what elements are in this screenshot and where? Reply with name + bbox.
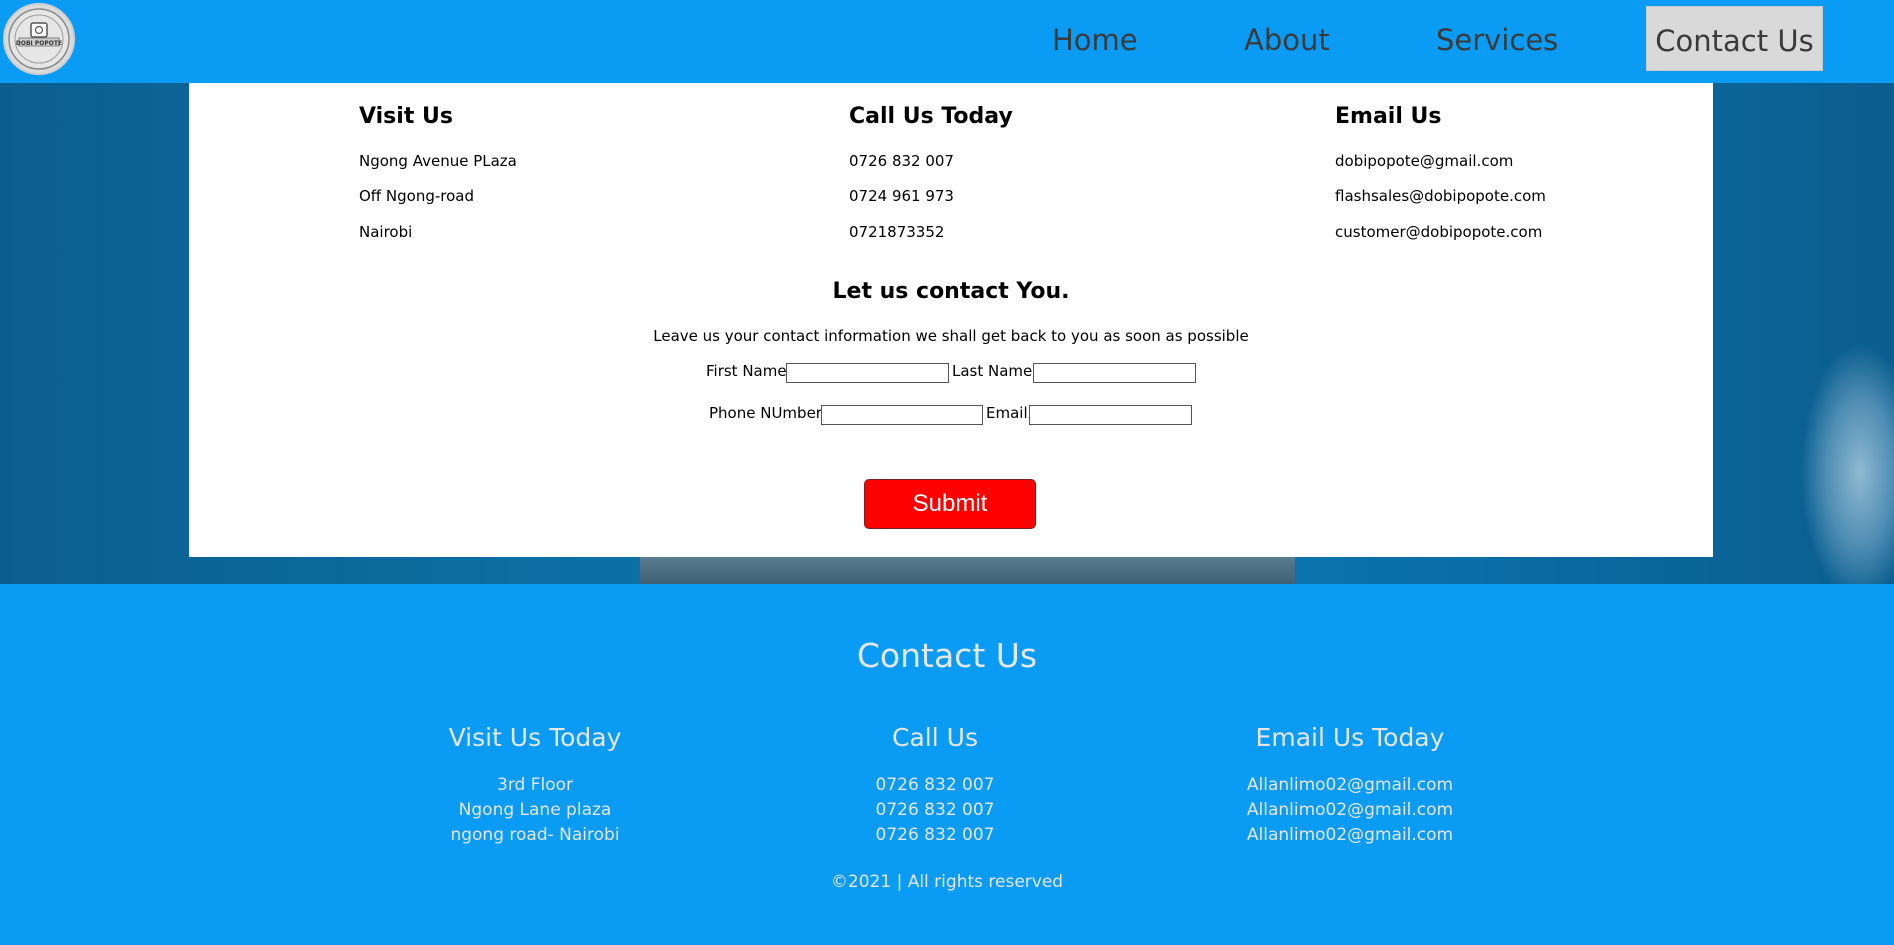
form-title: Let us contact You.	[832, 279, 1070, 304]
nav-home[interactable]: Home	[1052, 22, 1138, 58]
footer-phone-line: 0726 832 007	[875, 800, 995, 820]
phone-number-label: Phone NUmber	[709, 404, 822, 422]
footer-visit-column: Visit Us Today 3rd Floor Ngong Lane plaz…	[365, 722, 705, 848]
phone-line: 0724 961 973	[849, 187, 954, 205]
form-subtitle: Leave us your contact information we sha…	[653, 327, 1249, 345]
visit-line: Off Ngong-road	[359, 187, 474, 205]
footer-visit-line: 3rd Floor	[497, 775, 573, 795]
footer: Contact Us Visit Us Today 3rd Floor Ngon…	[0, 584, 1894, 945]
email-line: customer@dobipopote.com	[1335, 223, 1543, 241]
phone-line: 0726 832 007	[849, 152, 954, 170]
first-name-label: First Name	[706, 362, 787, 380]
footer-call-column: Call Us 0726 832 007 0726 832 007 0726 8…	[765, 722, 1105, 848]
footer-email-column: Email Us Today Allanlimo02@gmail.com All…	[1180, 722, 1520, 848]
visit-line: Nairobi	[359, 223, 413, 241]
first-name-input[interactable]	[786, 363, 949, 383]
hero-image-highlight	[1800, 343, 1894, 584]
logo-icon: DOBI POPOTE	[8, 8, 70, 70]
footer-email-line: Allanlimo02@gmail.com	[1246, 825, 1454, 845]
visit-line: Ngong Avenue PLaza	[359, 152, 517, 170]
logo-text: DOBI POPOTE	[16, 40, 62, 47]
footer-visit-title: Visit Us Today	[448, 723, 622, 752]
footer-title: Contact Us	[856, 636, 1038, 675]
email-line: dobipopote@gmail.com	[1335, 152, 1514, 170]
last-name-input[interactable]	[1033, 363, 1196, 383]
logo[interactable]: DOBI POPOTE	[3, 3, 75, 75]
email-line: flashsales@dobipopote.com	[1335, 187, 1546, 205]
hero-image-strip	[640, 553, 1295, 584]
contact-card: Visit Us Ngong Avenue PLaza Off Ngong-ro…	[189, 83, 1713, 557]
footer-email-line: Allanlimo02@gmail.com	[1246, 800, 1454, 820]
last-name-label: Last Name	[952, 362, 1033, 380]
email-label: Email	[986, 404, 1028, 422]
submit-button[interactable]: Submit	[864, 479, 1036, 529]
footer-email-title: Email Us Today	[1255, 723, 1445, 752]
navbar: DOBI POPOTE Home About Services Contact …	[0, 0, 1894, 83]
footer-email-line: Allanlimo02@gmail.com	[1246, 775, 1454, 795]
nav-contact-us-label: Contact Us	[1655, 24, 1814, 58]
phone-line: 0721873352	[849, 223, 945, 241]
visit-us-title: Visit Us	[359, 104, 453, 129]
phone-number-input[interactable]	[821, 405, 983, 425]
nav-contact-us[interactable]: Contact Us	[1646, 6, 1823, 71]
footer-phone-line: 0726 832 007	[875, 775, 995, 795]
call-us-title: Call Us Today	[849, 104, 1013, 129]
email-input[interactable]	[1029, 405, 1192, 425]
footer-visit-line: ngong road- Nairobi	[450, 825, 620, 845]
nav-services[interactable]: Services	[1436, 22, 1558, 58]
email-us-title: Email Us	[1335, 104, 1442, 129]
nav-about[interactable]: About	[1244, 22, 1330, 58]
footer-phone-line: 0726 832 007	[875, 825, 995, 845]
copyright: ©2021 | All rights reserved	[830, 872, 1064, 892]
footer-call-title: Call Us	[892, 723, 978, 752]
footer-visit-line: Ngong Lane plaza	[458, 800, 612, 820]
